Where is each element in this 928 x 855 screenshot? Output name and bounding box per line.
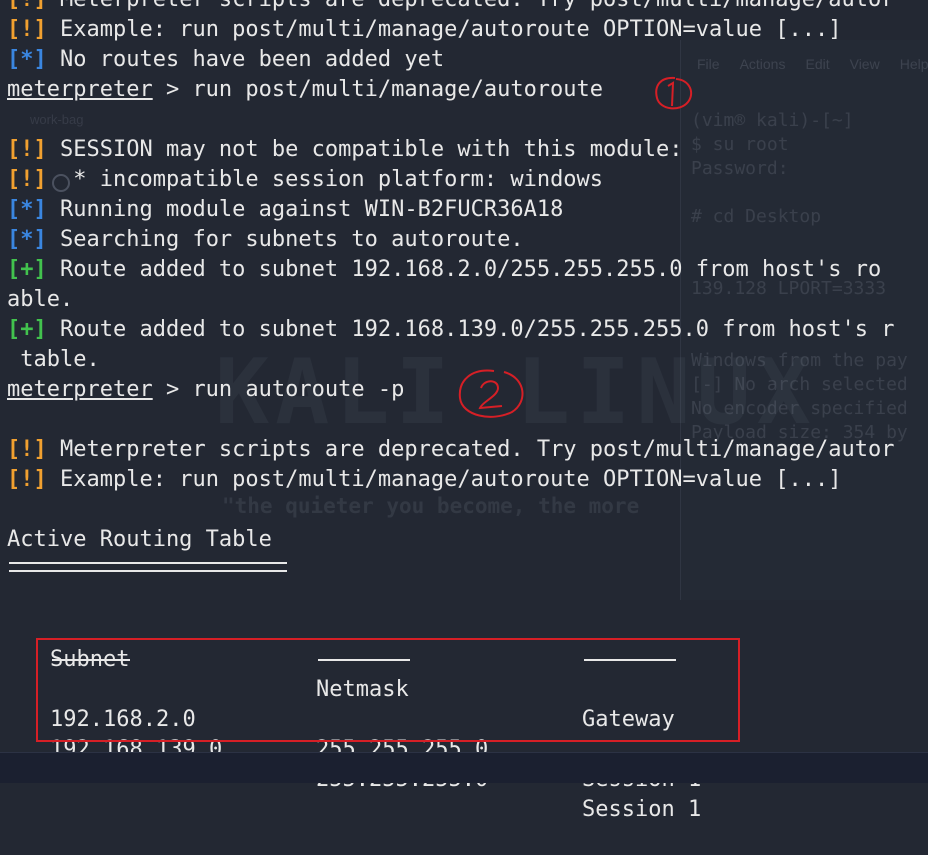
red-highlight-box	[36, 638, 740, 742]
terminal-line-text: SESSION may not be compatible with this …	[46, 137, 683, 162]
warn-tag: [!]	[7, 0, 47, 12]
info-tag: [*]	[7, 47, 47, 72]
meterpreter-prompt: meterpreter	[7, 77, 153, 102]
meterpreter-prompt: meterpreter	[7, 377, 153, 402]
warn-tag: [!]	[7, 17, 47, 42]
terminal-line: meterpreter > run post/multi/manage/auto…	[7, 75, 894, 105]
terminal-line-text: able.	[7, 287, 74, 312]
annotation-label-2: 2	[452, 364, 453, 365]
terminal-line-text: > run autoroute -p	[152, 377, 405, 402]
terminal-line: [+] Route added to subnet 192.168.2.0/25…	[7, 255, 894, 285]
terminal-line-text: No routes have been added yet	[46, 47, 445, 72]
terminal-line-text: Example: run post/multi/manage/autoroute…	[46, 17, 842, 42]
annotation-circle-1: 1	[650, 72, 693, 110]
annotation-label-1: 1	[650, 72, 651, 73]
terminal-line: [*] Searching for subnets to autoroute.	[7, 225, 894, 255]
terminal-line: Active Routing Table	[7, 525, 894, 555]
gateway-cell: Session 1	[582, 797, 702, 822]
terminal-line-text: > run post/multi/manage/autoroute	[152, 77, 604, 102]
terminal-line: [!] SESSION may not be compatible with t…	[7, 135, 894, 165]
taskbar	[0, 752, 928, 783]
terminal-line-text: Running module against WIN-B2FUCR36A18	[46, 197, 564, 222]
warn-tag: [!]	[7, 467, 47, 492]
annotation-circle-2: 2	[452, 364, 524, 418]
terminal-line-text: Meterpreter scripts are deprecated. Try …	[46, 437, 895, 462]
terminal-output: [!] Meterpreter scripts are deprecated. …	[7, 0, 894, 555]
terminal-line: meterpreter > run autoroute -p	[7, 375, 894, 405]
terminal-line-text: Route added to subnet 192.168.139.0/255.…	[46, 317, 895, 342]
warn-tag: [!]	[7, 437, 47, 462]
terminal-line-text: table.	[7, 347, 100, 372]
good-tag: [+]	[7, 317, 47, 342]
terminal-line: [+] Route added to subnet 192.168.139.0/…	[7, 315, 894, 345]
terminal-line: [*] No routes have been added yet	[7, 45, 894, 75]
info-tag: [*]	[7, 227, 47, 252]
terminal-line: able.	[7, 285, 894, 315]
table-title-underline	[9, 562, 287, 572]
terminal-line-text: Searching for subnets to autoroute.	[46, 227, 524, 252]
terminal-line-text: Meterpreter scripts are deprecated. Try …	[47, 0, 894, 12]
terminal-line-text: Active Routing Table	[7, 527, 272, 552]
terminal-line: [!] Example: run post/multi/manage/autor…	[7, 465, 894, 495]
info-tag: [*]	[7, 197, 47, 222]
warn-tag: [!]	[7, 137, 47, 162]
terminal-line-text: * incompatible session platform: windows	[46, 167, 604, 192]
terminal-line: table.	[7, 345, 894, 375]
terminal-line: [!] Meterpreter scripts are deprecated. …	[7, 0, 894, 15]
good-tag: [+]	[7, 257, 47, 282]
terminal-line: [*] Running module against WIN-B2FUCR36A…	[7, 195, 894, 225]
terminal-line-text: Example: run post/multi/manage/autoroute…	[46, 467, 842, 492]
terminal-line: [!] Example: run post/multi/manage/autor…	[7, 15, 894, 45]
background-menu-item: Help	[899, 56, 928, 72]
terminal-line: [!] Meterpreter scripts are deprecated. …	[7, 435, 894, 465]
warn-tag: [!]	[7, 167, 47, 192]
terminal-line: [!] * incompatible session platform: win…	[7, 165, 894, 195]
terminal-line-text: Route added to subnet 192.168.2.0/255.25…	[46, 257, 882, 282]
